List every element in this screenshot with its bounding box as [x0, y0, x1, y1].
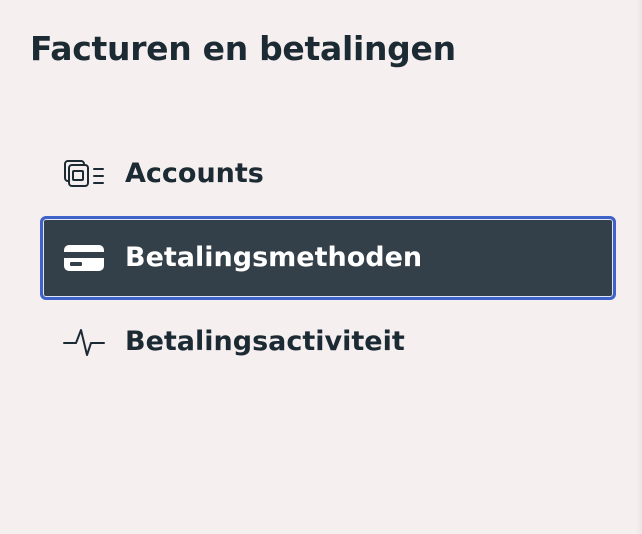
page-title: Facturen en betalingen	[30, 29, 456, 68]
nav-item-accounts[interactable]: Accounts	[40, 132, 616, 216]
billing-nav: Accounts Betalingsmethoden Betalingsacti…	[40, 132, 616, 384]
nav-item-payment-methods[interactable]: Betalingsmethoden	[40, 216, 616, 300]
activity-pulse-icon	[62, 327, 106, 357]
nav-item-label: Accounts	[125, 158, 264, 189]
nav-item-label: Betalingsmethoden	[125, 242, 423, 273]
billing-panel: Facturen en betalingen Accounts Betaling…	[0, 0, 642, 534]
nav-item-label: Betalingsactiviteit	[125, 326, 405, 357]
panel-edge-shadow	[636, 0, 642, 534]
credit-card-icon	[62, 243, 106, 273]
accounts-stack-icon	[62, 159, 106, 189]
nav-item-payment-activity[interactable]: Betalingsactiviteit	[40, 300, 616, 384]
